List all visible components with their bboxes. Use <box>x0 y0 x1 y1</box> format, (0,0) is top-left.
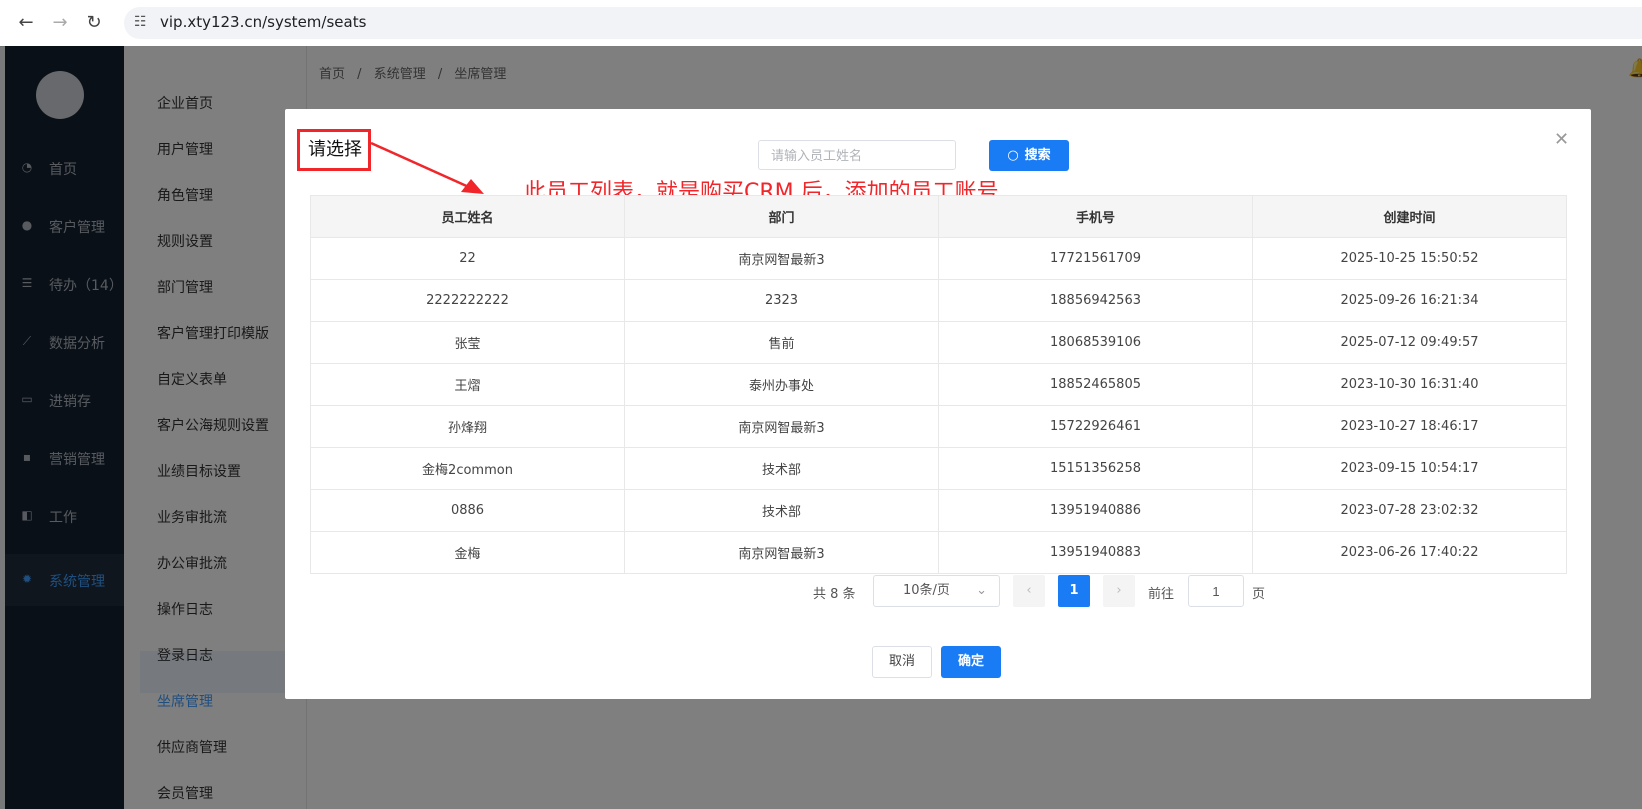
page-size-value: 10条/页 <box>903 583 950 598</box>
goto-label: 前往 <box>1148 587 1175 602</box>
reload-icon[interactable]: ↻ <box>82 11 106 35</box>
confirm-button[interactable]: 确定 <box>941 646 1001 678</box>
cell-created: 2023-07-28 23:02:32 <box>1252 489 1567 532</box>
url-text: vip.xty123.cn/system/seats <box>160 13 367 31</box>
table-row[interactable]: 0886 技术部 13951940886 2023-07-28 23:02:32 <box>310 489 1567 532</box>
table-header-row: 员工姓名 部门 手机号 创建时间 <box>310 195 1567 238</box>
search-icon: ○ <box>1007 148 1019 163</box>
pagination: 共 8 条 10条/页 ⌄ ‹ 1 › 前往 页 <box>285 575 1591 607</box>
table-row[interactable]: 金梅 南京网智最新3 13951940883 2023-06-26 17:40:… <box>310 531 1567 574</box>
cell-phone: 13951940883 <box>938 531 1253 574</box>
column-header: 部门 <box>624 195 939 238</box>
table-row[interactable]: 张莹 售前 18068539106 2025-07-12 09:49:57 <box>310 321 1567 364</box>
cell-name: 22 <box>310 237 625 280</box>
cell-department: 技术部 <box>624 489 939 532</box>
table-row[interactable]: 王熠 泰州办事处 18852465805 2023-10-30 16:31:40 <box>310 363 1567 406</box>
column-header: 创建时间 <box>1252 195 1567 238</box>
site-settings-icon[interactable]: ☷ <box>134 14 147 30</box>
cell-department: 泰州办事处 <box>624 363 939 406</box>
cell-name: 0886 <box>310 489 625 532</box>
search-button-label: 搜索 <box>1024 148 1051 163</box>
browser-toolbar: ← → ↻ ☷ vip.xty123.cn/system/seats <box>0 0 1642 47</box>
column-header: 员工姓名 <box>310 195 625 238</box>
cell-department: 南京网智最新3 <box>624 531 939 574</box>
goto-page-suffix: 页 <box>1252 587 1266 602</box>
cell-created: 2025-10-25 15:50:52 <box>1252 237 1567 280</box>
next-page-button[interactable]: › <box>1103 575 1135 607</box>
annotation-arrow <box>370 141 484 194</box>
cell-name: 孙烽翔 <box>310 405 625 448</box>
prev-page-button[interactable]: ‹ <box>1013 575 1045 607</box>
cell-created: 2025-09-26 16:21:34 <box>1252 279 1567 322</box>
cell-phone: 15151356258 <box>938 447 1253 490</box>
page-size-select[interactable]: 10条/页 ⌄ <box>873 575 1000 607</box>
back-icon[interactable]: ← <box>14 11 38 35</box>
table-row[interactable]: 22 南京网智最新3 17721561709 2025-10-25 15:50:… <box>310 237 1567 280</box>
cell-department: 南京网智最新3 <box>624 405 939 448</box>
table-row[interactable]: 金梅2common 技术部 15151356258 2023-09-15 10:… <box>310 447 1567 490</box>
goto-page-input[interactable] <box>1188 575 1244 607</box>
chevron-down-icon: ⌄ <box>976 583 987 598</box>
cell-department: 2323 <box>624 279 939 322</box>
pagination-total: 共 8 条 <box>813 587 856 602</box>
cell-phone: 13951940886 <box>938 489 1253 532</box>
cell-created: 2023-10-27 18:46:17 <box>1252 405 1567 448</box>
cell-created: 2023-06-26 17:40:22 <box>1252 531 1567 574</box>
cell-created: 2023-10-30 16:31:40 <box>1252 363 1567 406</box>
cell-phone: 18856942563 <box>938 279 1253 322</box>
cell-department: 售前 <box>624 321 939 364</box>
cell-name: 王熠 <box>310 363 625 406</box>
cell-created: 2023-09-15 10:54:17 <box>1252 447 1567 490</box>
close-icon[interactable]: ✕ <box>1554 129 1569 150</box>
cancel-button[interactable]: 取消 <box>872 646 932 678</box>
cell-name: 金梅 <box>310 531 625 574</box>
employee-select-dialog: 请选择 ✕ 此员工列表，就是购买CRM 后，添加的员工账号 ○搜索 员工姓名 部… <box>285 109 1591 699</box>
cell-phone: 18068539106 <box>938 321 1253 364</box>
table-row[interactable]: 2222222222 2323 18856942563 2025-09-26 1… <box>310 279 1567 322</box>
cell-phone: 15722926461 <box>938 405 1253 448</box>
cell-phone: 17721561709 <box>938 237 1253 280</box>
cell-phone: 18852465805 <box>938 363 1253 406</box>
cell-created: 2025-07-12 09:49:57 <box>1252 321 1567 364</box>
cell-department: 技术部 <box>624 447 939 490</box>
cell-name: 金梅2common <box>310 447 625 490</box>
search-button[interactable]: ○ 搜索 <box>989 140 1069 171</box>
forward-icon[interactable]: → <box>48 11 72 35</box>
table-row[interactable]: 孙烽翔 南京网智最新3 15722926461 2023-10-27 18:46… <box>310 405 1567 448</box>
column-header: 手机号 <box>938 195 1253 238</box>
cell-name: 2222222222 <box>310 279 625 322</box>
employee-table: 员工姓名 部门 手机号 创建时间 22 南京网智最新3 17721561709 … <box>310 195 1567 574</box>
cell-department: 南京网智最新3 <box>624 237 939 280</box>
cell-name: 张莹 <box>310 321 625 364</box>
employee-name-search-input[interactable] <box>758 140 956 170</box>
address-bar[interactable]: ☷ vip.xty123.cn/system/seats <box>124 7 1642 39</box>
page-number-current[interactable]: 1 <box>1058 575 1090 607</box>
